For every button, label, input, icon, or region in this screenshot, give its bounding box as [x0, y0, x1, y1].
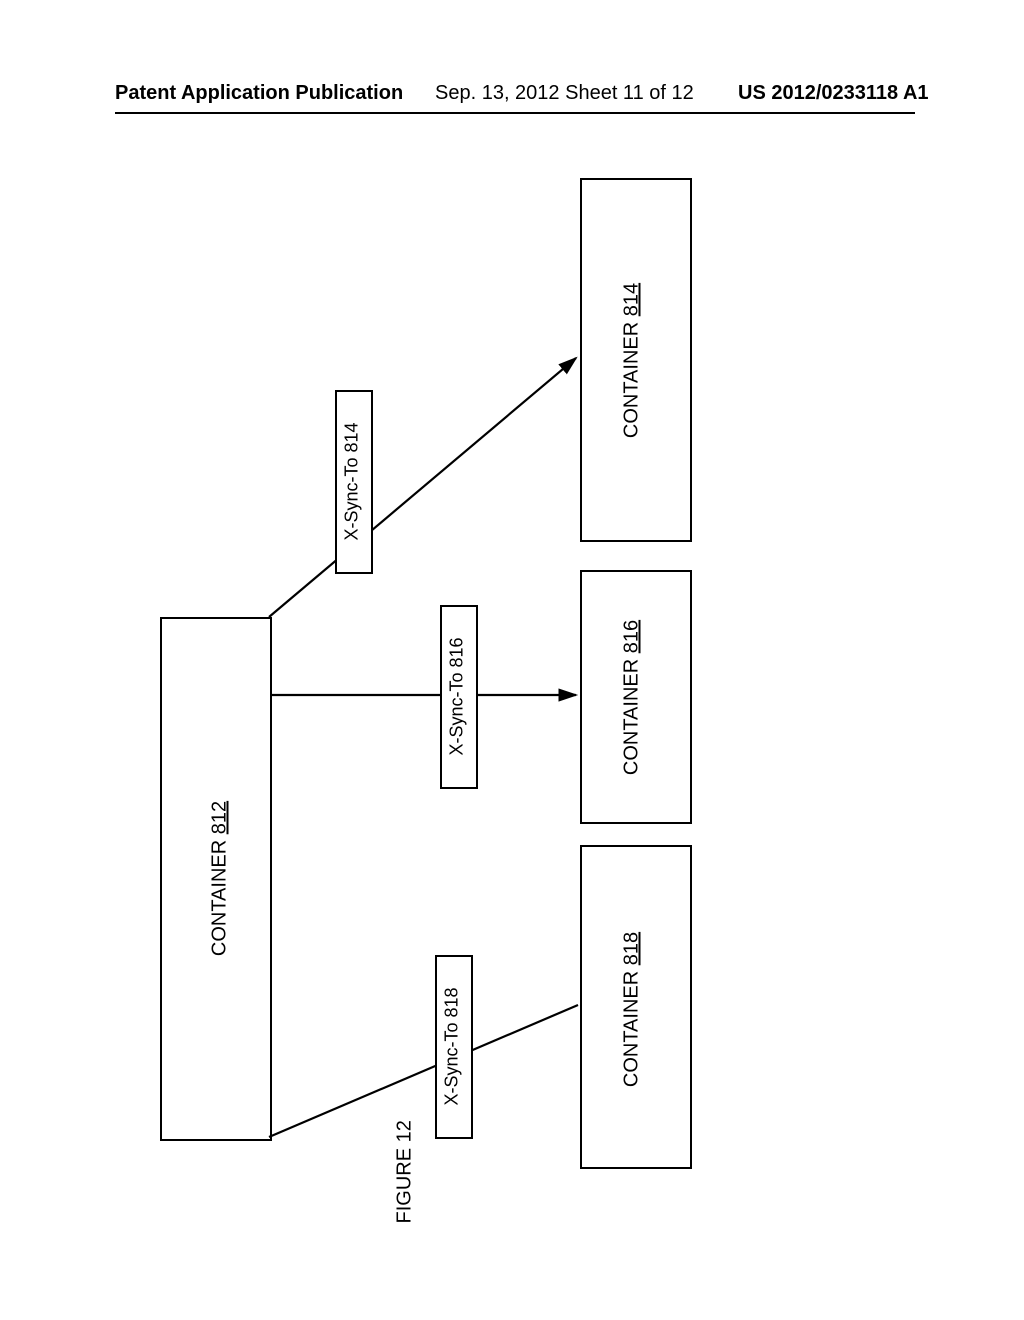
label-container-818-word: CONTAINER — [621, 965, 643, 1087]
label-container-816-word: CONTAINER — [621, 653, 643, 775]
header-date-sheet: Sep. 13, 2012 Sheet 11 of 12 — [435, 82, 694, 105]
label-container-816-num: 816 — [621, 620, 643, 653]
header-rule — [115, 112, 915, 114]
label-xsync-818: X-Sync-To 818 — [442, 987, 463, 1107]
label-container-816: CONTAINER 816 — [621, 598, 644, 798]
figure-caption: FIGURE 12 — [394, 1104, 417, 1224]
page-root: Patent Application Publication Sep. 13, … — [0, 0, 1024, 1320]
label-container-812: CONTAINER 812 — [209, 779, 232, 979]
header-docnum: US 2012/0233118 A1 — [738, 82, 929, 105]
connector-overlay — [0, 0, 1024, 1320]
label-container-814-num: 814 — [621, 283, 643, 316]
header-publication: Patent Application Publication — [115, 82, 403, 105]
label-container-812-num: 812 — [209, 801, 231, 834]
label-container-814-word: CONTAINER — [621, 316, 643, 438]
label-container-818-num: 818 — [621, 932, 643, 965]
label-xsync-814: X-Sync-To 814 — [342, 422, 363, 542]
label-xsync-816: X-Sync-To 816 — [447, 637, 468, 757]
label-container-814: CONTAINER 814 — [621, 261, 644, 461]
label-container-818: CONTAINER 818 — [621, 910, 644, 1110]
label-container-812-word: CONTAINER — [209, 834, 231, 956]
